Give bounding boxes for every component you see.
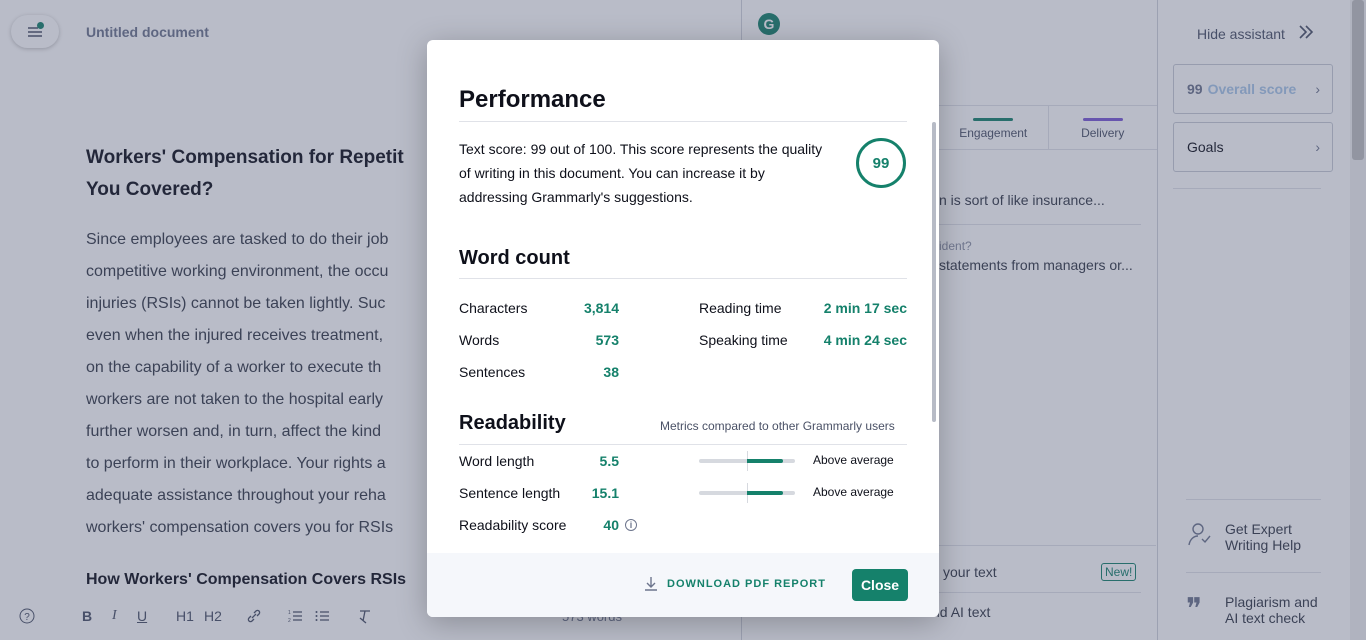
info-icon[interactable]: i xyxy=(625,519,637,531)
download-pdf-report-link[interactable]: DOWNLOAD PDF REPORT xyxy=(667,578,826,590)
stat-value: 38 xyxy=(603,364,619,380)
comparison-text: Above average xyxy=(813,485,894,499)
readability-label: Word length xyxy=(459,453,535,469)
stat-value: 2 min 17 sec xyxy=(823,300,907,316)
readability-title: Readability xyxy=(459,412,566,434)
stat-label: Reading time xyxy=(699,300,782,316)
stat-value: 4 min 24 sec xyxy=(823,332,907,348)
close-button[interactable]: Close xyxy=(852,569,908,601)
meter-fill xyxy=(747,459,784,463)
word-count-title: Word count xyxy=(459,247,570,269)
modal-scrollbar[interactable] xyxy=(932,122,936,422)
stat-value: 573 xyxy=(595,332,619,348)
divider xyxy=(459,444,907,445)
readability-value: 40 xyxy=(603,517,619,533)
word-length-meter xyxy=(699,451,795,471)
stat-label: Sentences xyxy=(459,364,526,380)
download-icon[interactable] xyxy=(643,575,659,598)
divider xyxy=(459,121,907,122)
readability-label: Sentence length xyxy=(459,485,561,501)
readability-label: Readability score xyxy=(459,517,567,533)
readability-value: 15.1 xyxy=(591,485,619,501)
performance-description: Text score: 99 out of 100. This score re… xyxy=(459,141,823,205)
score-circle: 99 xyxy=(856,138,906,188)
sentence-length-meter xyxy=(699,483,795,503)
performance-title: Performance xyxy=(459,86,606,113)
meter-fill xyxy=(747,491,784,495)
stat-value: 3,814 xyxy=(583,300,619,316)
stat-label: Characters xyxy=(459,300,528,316)
stat-label: Speaking time xyxy=(699,332,788,348)
comparison-text: Above average xyxy=(813,453,894,467)
readability-note: Metrics compared to other Grammarly user… xyxy=(660,419,895,433)
stat-label: Words xyxy=(459,332,500,348)
divider xyxy=(459,278,907,279)
readability-value: 5.5 xyxy=(599,453,619,469)
